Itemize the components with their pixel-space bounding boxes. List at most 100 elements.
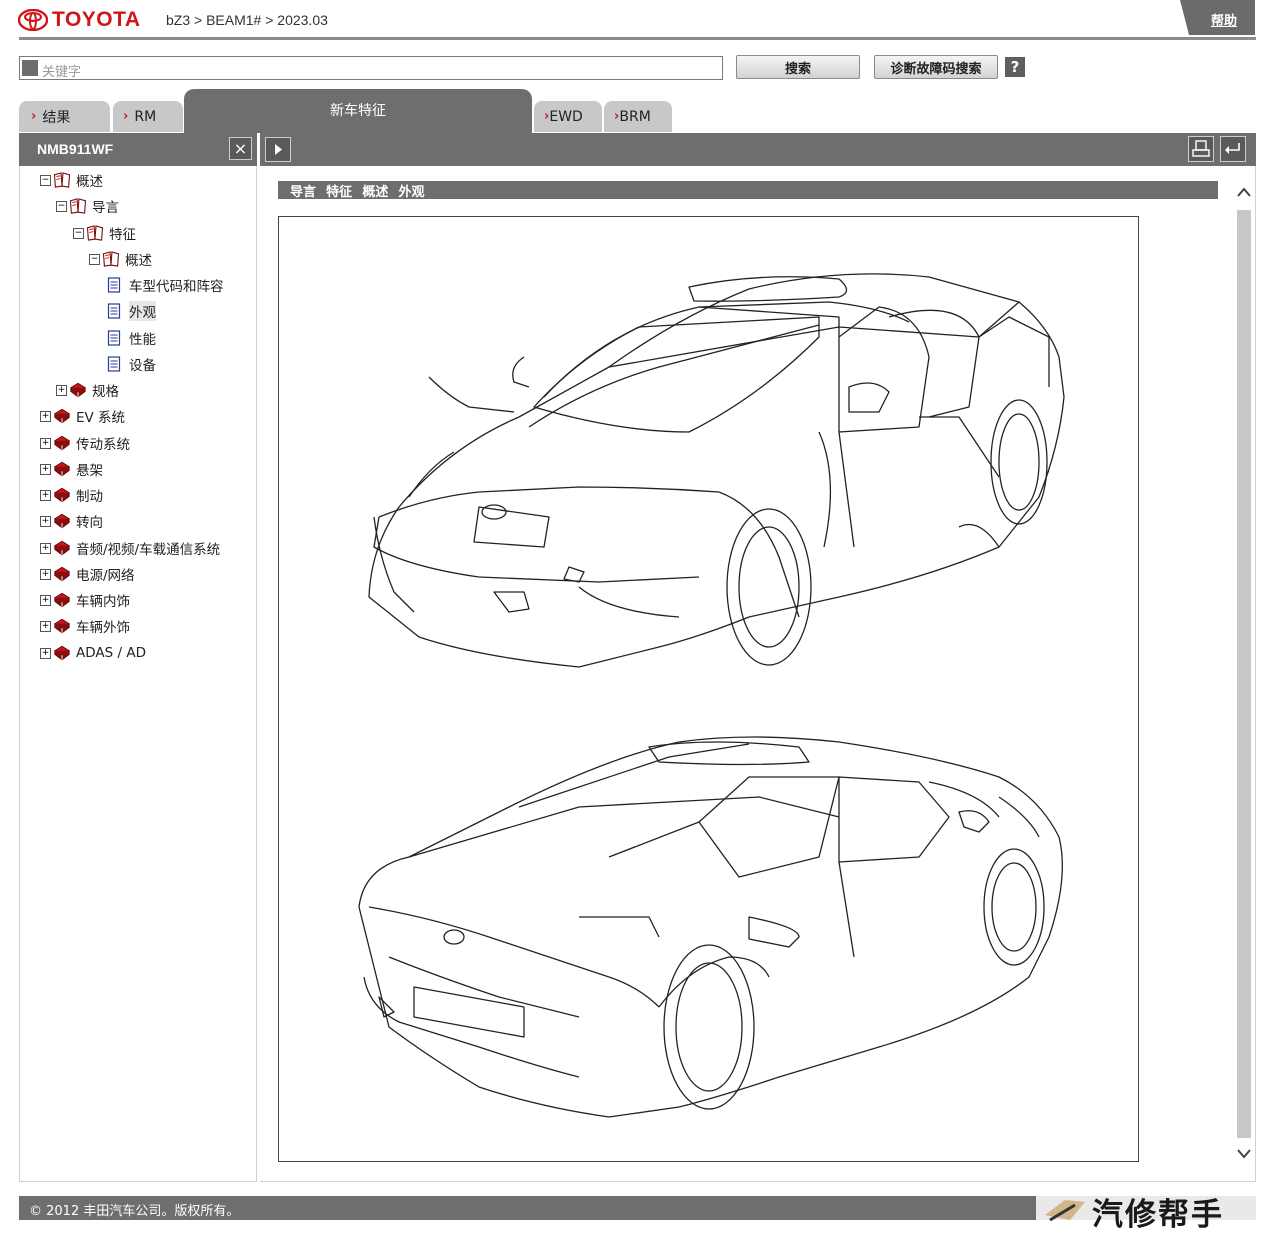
scroll-up-icon[interactable] — [1235, 182, 1253, 204]
collapse-icon[interactable]: − — [89, 253, 100, 265]
tree-item-label: 性能 — [129, 332, 156, 348]
tree-item-adas[interactable]: + ADAS / AD — [40, 643, 146, 663]
copyright-text: © 2012 丰田汽车公司。版权所有。 — [29, 1204, 240, 1219]
crumb: 导言 — [290, 185, 317, 200]
collapse-icon[interactable]: − — [73, 227, 84, 239]
closed-book-icon — [54, 461, 70, 477]
crumb: 外观 — [398, 185, 425, 200]
tree-item-steering[interactable]: + 转向 — [40, 511, 103, 531]
tree-item-performance[interactable]: 性能 — [107, 328, 156, 348]
tree-item-label: 车辆外饰 — [76, 620, 130, 636]
tree-item-intro[interactable]: − 导言 — [56, 196, 119, 216]
close-icon[interactable]: × — [229, 137, 252, 160]
print-button[interactable] — [1188, 136, 1214, 162]
toc-sidebar: − 概述 − 导言 − 特征 − 概述 车型代码和阵容 外观 性能 设备 + 规… — [19, 166, 257, 1182]
tab-label: 结果 — [42, 109, 71, 126]
document-id: NMB911WF — [37, 141, 114, 157]
tree-item-exterior[interactable]: 外观 — [107, 301, 156, 321]
tree-item-label: 音频/视频/车载通信系统 — [76, 542, 221, 558]
closed-book-icon — [54, 540, 70, 556]
tree-item-label: 设备 — [129, 358, 156, 374]
expand-icon[interactable]: + — [56, 384, 67, 396]
search-input[interactable]: 关键字 — [19, 56, 723, 80]
print-icon — [1192, 140, 1210, 157]
tree-item-label: 导言 — [92, 200, 119, 216]
chevron-right-icon: › — [123, 109, 129, 124]
tree-item-overview[interactable]: − 概述 — [40, 170, 103, 190]
collapse-icon[interactable]: − — [40, 174, 51, 186]
tree-item-label: 车辆内饰 — [76, 594, 130, 610]
search-button[interactable]: 搜索 — [736, 55, 860, 79]
tree-item-power-network[interactable]: + 电源/网络 — [40, 564, 135, 584]
brand-name: TOYOTA — [52, 8, 141, 31]
app-header: TOYOTA bZ3 > BEAM1# > 2023.03 帮助 — [0, 0, 1275, 40]
closed-book-icon — [54, 566, 70, 582]
expand-icon[interactable]: + — [40, 620, 51, 632]
tree-item-label: 电源/网络 — [76, 568, 135, 584]
expand-icon[interactable]: + — [40, 542, 51, 554]
tree-item-label: 规格 — [92, 384, 119, 400]
question-icon[interactable]: ? — [1005, 57, 1025, 77]
header-divider — [19, 37, 1256, 40]
expand-icon[interactable]: + — [40, 489, 51, 501]
tree-item-equipment[interactable]: 设备 — [107, 354, 156, 374]
collapse-icon[interactable]: − — [56, 200, 67, 212]
dtc-search-button[interactable]: 诊断故障码搜索 — [874, 55, 998, 79]
document-icon — [107, 356, 121, 372]
tree-item-interior[interactable]: + 车辆内饰 — [40, 590, 130, 610]
chevron-right-icon: › — [31, 109, 37, 124]
expand-icon[interactable]: + — [40, 463, 51, 475]
expand-icon[interactable]: + — [40, 568, 51, 580]
tree-item-ev-system[interactable]: + EV 系统 — [40, 406, 125, 426]
tab-ewd[interactable]: › EWD — [534, 101, 602, 132]
scroll-down-icon[interactable] — [1235, 1144, 1253, 1166]
document-icon — [107, 277, 121, 293]
tree-item-brakes[interactable]: + 制动 — [40, 485, 103, 505]
closed-book-icon — [54, 435, 70, 451]
expand-icon[interactable]: + — [40, 437, 51, 449]
tree-item-label: ADAS / AD — [76, 645, 146, 661]
closed-book-icon — [54, 592, 70, 608]
expand-icon[interactable]: + — [40, 647, 51, 659]
content-breadcrumb: 导言 特征 概述 外观 — [278, 181, 1218, 200]
tree-item-specs[interactable]: + 规格 — [56, 380, 119, 400]
car-line-drawing-icon — [358, 273, 1065, 1118]
document-icon — [107, 330, 121, 346]
expand-icon[interactable]: + — [40, 594, 51, 606]
tree-item-drivetrain[interactable]: + 传动系统 — [40, 433, 130, 453]
tree-item-features[interactable]: − 特征 — [73, 223, 136, 243]
closed-book-icon — [54, 487, 70, 503]
open-book-icon — [102, 251, 120, 267]
toyota-logo: TOYOTA — [18, 8, 141, 32]
tab-results[interactable]: › 结果 — [19, 101, 110, 132]
crumb: 概述 — [362, 185, 389, 200]
wrench-logo-icon — [1045, 1200, 1085, 1222]
back-button[interactable] — [1220, 136, 1246, 162]
tree-item-label: 特征 — [109, 227, 136, 243]
search-placeholder: 关键字 — [42, 65, 82, 80]
tree-item-model-codes[interactable]: 车型代码和阵容 — [107, 275, 224, 295]
expand-icon[interactable]: + — [40, 410, 51, 422]
tree-item-label: 悬架 — [76, 463, 103, 479]
vertical-scrollbar[interactable] — [1235, 182, 1253, 1167]
play-arrow-icon — [275, 144, 282, 155]
tab-new-car-features[interactable]: 新车特征 — [184, 89, 532, 133]
breadcrumb: bZ3 > BEAM1# > 2023.03 — [166, 12, 328, 28]
tree-item-suspension[interactable]: + 悬架 — [40, 459, 103, 479]
tree-item-label: 概述 — [125, 253, 152, 269]
tab-rm[interactable]: › RM — [113, 101, 183, 132]
tree-item-label: 外观 — [129, 301, 156, 321]
expand-panel-button[interactable] — [265, 137, 291, 162]
search-field-icon — [22, 60, 38, 76]
tree-item-summary[interactable]: − 概述 — [89, 249, 152, 269]
expand-icon[interactable]: + — [40, 515, 51, 527]
tree-item-exterior-trim[interactable]: + 车辆外饰 — [40, 616, 130, 636]
vehicle-illustration — [278, 216, 1139, 1162]
help-link[interactable]: 帮助 — [1211, 10, 1237, 29]
tree-item-label: 车型代码和阵容 — [129, 279, 224, 295]
tree-item-audio-visual[interactable]: + 音频/视频/车载通信系统 — [40, 538, 220, 558]
tree-item-label: 传动系统 — [76, 437, 130, 453]
scrollbar-track[interactable] — [1237, 210, 1251, 1138]
watermark-text: 汽修帮手 — [1092, 1197, 1224, 1233]
tab-brm[interactable]: › BRM — [604, 101, 672, 132]
